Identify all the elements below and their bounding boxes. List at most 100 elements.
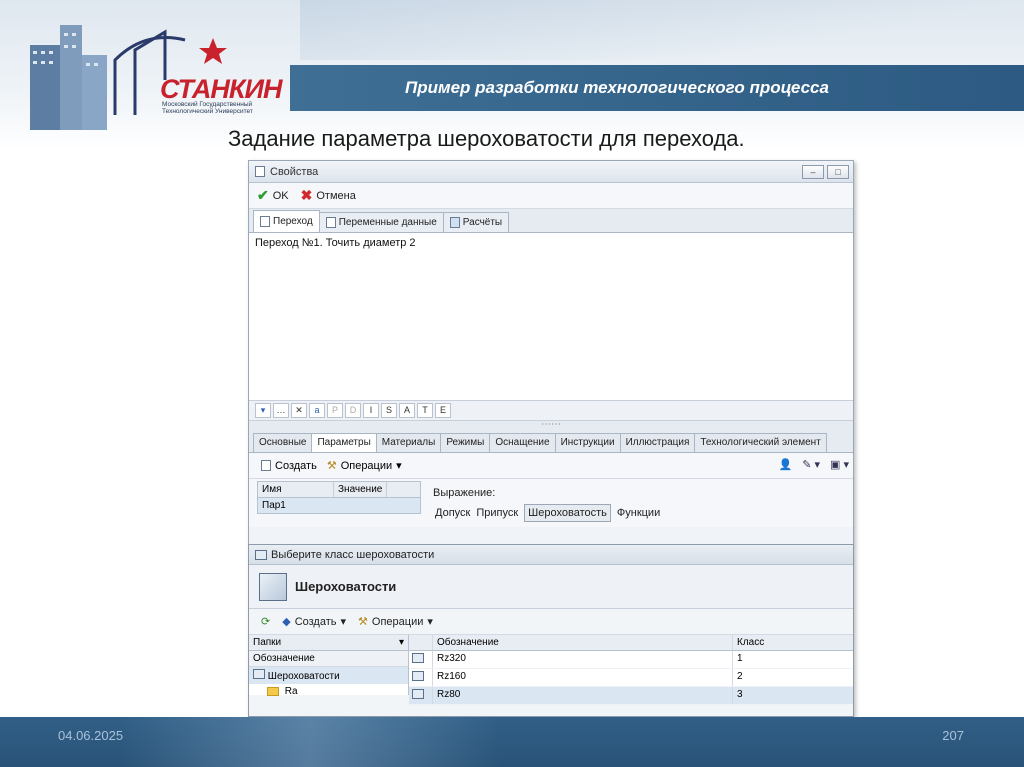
chevron-down-icon: ▾ bbox=[396, 460, 402, 472]
cross-icon: ✖ bbox=[300, 187, 313, 203]
font-icon[interactable]: a bbox=[309, 403, 325, 418]
window-titlebar: Свойства bbox=[249, 161, 853, 183]
roughness-icon bbox=[412, 671, 424, 681]
create-icon: ◆ bbox=[282, 616, 291, 628]
maximize-button[interactable]: □ bbox=[827, 165, 849, 179]
expand-icon[interactable]: ▾ bbox=[255, 403, 271, 418]
properties-icon bbox=[255, 166, 265, 177]
slide-heading: Задание параметра шероховатости для пере… bbox=[228, 126, 745, 151]
column-designation-header[interactable]: Обозначение bbox=[433, 635, 733, 650]
footer-highlight bbox=[120, 717, 500, 767]
cancel-button[interactable]: ✖ Отмена bbox=[301, 187, 356, 204]
slide-page-number: 207 bbox=[942, 728, 964, 743]
tab-illustration[interactable]: Иллюстрация bbox=[619, 433, 696, 452]
window-title: Свойства bbox=[270, 165, 319, 178]
dialog-header: Шероховатости bbox=[249, 565, 853, 609]
dialog-titlebar: Выберите класс шероховатости bbox=[249, 545, 853, 565]
tab-transition[interactable]: Переход bbox=[253, 210, 320, 232]
roughness-icon bbox=[412, 653, 424, 663]
parameters-panel: Имя Значение Пар1 Выражение: Допуск Прип… bbox=[249, 479, 853, 527]
table-row[interactable]: Rz80 3 bbox=[409, 687, 853, 705]
ok-button[interactable]: ✔ OK bbox=[257, 187, 289, 204]
splitter-handle[interactable]: ⋯⋯ bbox=[249, 420, 853, 433]
dialog-title: Выберите класс шероховатости bbox=[271, 548, 435, 561]
format-button-a[interactable]: A bbox=[399, 403, 415, 418]
roughness-icon bbox=[412, 689, 424, 699]
roughness-icon bbox=[253, 669, 265, 679]
document-icon bbox=[260, 216, 270, 227]
format-button-p[interactable]: P bbox=[327, 403, 343, 418]
dialog-toolbar-2: ⟳ ◆ Создать ▾ ⚒ Операции ▾ bbox=[249, 609, 853, 635]
format-button-i[interactable]: I bbox=[363, 403, 379, 418]
folders-tree: Папки ▾ Обозначение Шероховатости Ra bbox=[249, 635, 409, 697]
clear-format-icon[interactable]: ✕ bbox=[291, 403, 307, 418]
slide-date: 04.06.2025 bbox=[58, 728, 124, 743]
operations-menu[interactable]: ⚒ Операции ▾ bbox=[326, 459, 402, 473]
chevron-down-icon: ▾ bbox=[340, 616, 347, 628]
more-button[interactable]: … bbox=[273, 403, 289, 418]
tab-modes[interactable]: Режимы bbox=[440, 433, 491, 452]
tab-tolerance[interactable]: Допуск bbox=[435, 507, 470, 519]
create-icon bbox=[261, 460, 271, 471]
checkmark-icon: ✔ bbox=[257, 187, 269, 203]
tab-tech-element[interactable]: Технологический элемент bbox=[694, 433, 827, 452]
dialog-toolbar: ✔ OK ✖ Отмена bbox=[249, 183, 853, 209]
roughness-class-dialog: Выберите класс шероховатости Шероховатос… bbox=[248, 544, 854, 717]
tab-roughness[interactable]: Шероховатость bbox=[524, 504, 611, 522]
column-value-header[interactable]: Значение bbox=[334, 482, 388, 497]
user-icon[interactable]: 👤 bbox=[779, 458, 793, 471]
tab-equipment[interactable]: Оснащение bbox=[489, 433, 556, 452]
document-icon bbox=[325, 217, 336, 228]
expression-label: Выражение: bbox=[433, 487, 496, 499]
transition-text-editor[interactable]: Переход №1. Точить диаметр 2 bbox=[249, 233, 853, 401]
edit-icon[interactable]: ✎ ▾ bbox=[802, 458, 820, 471]
tree-item-roughness[interactable]: Шероховатости bbox=[249, 667, 408, 684]
operations-icon: ⚒ bbox=[358, 616, 368, 628]
operations-icon: ⚒ bbox=[326, 460, 337, 472]
create-button[interactable]: Создать bbox=[261, 460, 317, 472]
bottom-tabs: Основные Параметры Материалы Режимы Осна… bbox=[249, 433, 853, 453]
table-row[interactable]: Rz320 1 bbox=[409, 651, 853, 669]
chevron-down-icon: ▾ bbox=[427, 616, 433, 628]
folders-dropdown[interactable]: Папки ▾ bbox=[249, 635, 408, 651]
parameters-grid: Имя Значение Пар1 bbox=[257, 481, 421, 514]
view-icon[interactable]: ▣ ▾ bbox=[830, 458, 849, 471]
column-name-header[interactable]: Имя bbox=[258, 482, 334, 497]
tab-functions[interactable]: Функции bbox=[617, 507, 660, 519]
tab-variable-data[interactable]: Переменные данные bbox=[318, 212, 444, 232]
format-button-s[interactable]: S bbox=[381, 403, 397, 418]
table-row[interactable]: Rz160 2 bbox=[409, 669, 853, 687]
tab-materials[interactable]: Материалы bbox=[375, 433, 442, 452]
format-button-e[interactable]: E bbox=[435, 403, 451, 418]
tab-calculations[interactable]: Расчёты bbox=[442, 212, 510, 232]
refresh-icon[interactable]: ⟳ bbox=[261, 615, 270, 628]
tab-allowance[interactable]: Припуск bbox=[476, 507, 518, 519]
roughness-table: Обозначение Класс Rz320 1 Rz160 2 Rz80 3 bbox=[409, 635, 853, 705]
roughness-icon bbox=[255, 549, 267, 560]
dialog-heading: Шероховатости bbox=[295, 579, 397, 594]
dialog-create-button[interactable]: ◆ Создать ▾ bbox=[282, 615, 347, 629]
top-tabs: Переход Переменные данные Расчёты bbox=[249, 209, 853, 233]
header-swoosh bbox=[300, 0, 1024, 60]
tree-column-header: Обозначение bbox=[249, 651, 408, 667]
dialog-operations-menu[interactable]: ⚒ Операции ▾ bbox=[358, 615, 433, 629]
tab-main[interactable]: Основные bbox=[253, 433, 313, 452]
slide-title: Пример разработки технологического проце… bbox=[405, 78, 829, 97]
format-button-t[interactable]: T bbox=[417, 403, 433, 418]
table-row[interactable]: Пар1 bbox=[258, 498, 420, 513]
tab-instructions[interactable]: Инструкции bbox=[554, 433, 621, 452]
minimize-button[interactable]: – bbox=[802, 165, 824, 179]
tree-item-ra[interactable]: Ra bbox=[249, 684, 408, 699]
chevron-down-icon: ▾ bbox=[398, 637, 404, 648]
expression-tabs: Допуск Припуск Шероховатость Функции bbox=[435, 504, 660, 522]
logo-subtitle: Московский Государственный Технологическ… bbox=[162, 101, 253, 115]
roughness-large-icon bbox=[259, 572, 287, 601]
column-class-header[interactable]: Класс bbox=[733, 635, 853, 650]
parameters-toolbar: Создать ⚒ Операции ▾ 👤 ✎ ▾ ▣ ▾ bbox=[249, 453, 853, 479]
table-icon bbox=[449, 217, 460, 228]
tab-parameters[interactable]: Параметры bbox=[311, 433, 377, 452]
folder-icon bbox=[267, 686, 279, 696]
editor-text: Переход №1. Точить диаметр 2 bbox=[255, 237, 416, 249]
format-toolbar: ▾ … ✕ a P D I S A T E bbox=[249, 401, 853, 421]
format-button-d[interactable]: D bbox=[345, 403, 361, 418]
